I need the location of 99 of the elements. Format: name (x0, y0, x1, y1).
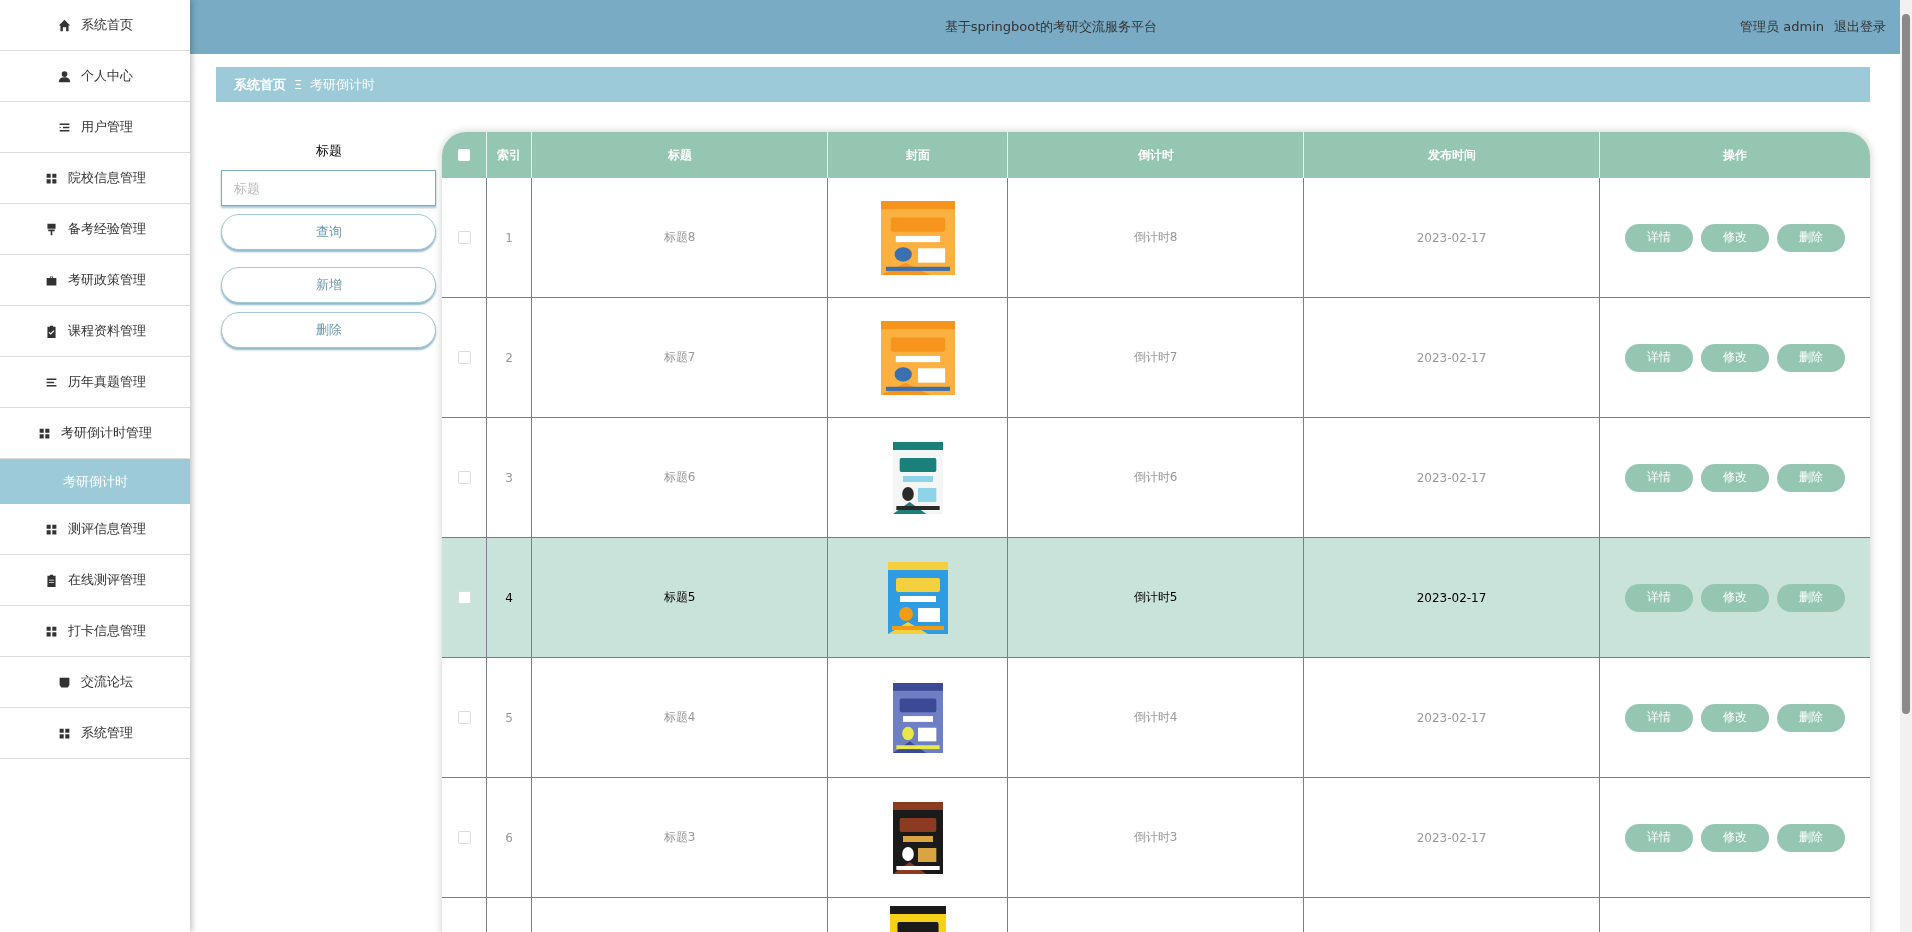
clipboard-check-icon (44, 324, 58, 338)
title-cell: 标题5 (663, 589, 696, 606)
countdown-cell: 倒计时3 (1133, 829, 1178, 846)
date-cell: 2023-02-17 (1416, 230, 1487, 245)
user-name: 管理员 admin (1740, 18, 1824, 36)
row-action-button[interactable]: 修改 (1701, 703, 1769, 732)
table-row[interactable]: 2 标题7 倒计时7 2023-02-17 详情 修改 删除 (442, 298, 1870, 418)
form-button[interactable]: 新增 (221, 267, 436, 303)
grid-icon (44, 171, 58, 185)
row-action-button[interactable]: 修改 (1701, 463, 1769, 492)
column-header: 标题 (532, 132, 828, 178)
column-header: 索引 (487, 132, 532, 178)
index-cell: 3 (505, 470, 513, 485)
title-cell: 标题6 (663, 469, 696, 486)
row-action-button[interactable]: 修改 (1701, 343, 1769, 372)
row-action-button[interactable]: 详情 (1625, 343, 1693, 372)
sidebar-item[interactable]: 系统管理 (0, 708, 190, 759)
sidebar-item[interactable]: 测评信息管理 (0, 504, 190, 555)
lines-icon (44, 375, 58, 389)
row-checkbox[interactable] (457, 471, 471, 484)
date-cell: 2023-02-17 (1416, 350, 1487, 365)
sidebar-item[interactable]: 用户管理 (0, 102, 190, 153)
title-cell: 标题3 (663, 829, 696, 846)
date-cell: 2023-02-17 (1416, 470, 1487, 485)
column-header: 封面 (828, 132, 1008, 178)
form-button[interactable]: 查询 (221, 214, 436, 250)
breadcrumb-link[interactable]: 系统首页 (234, 75, 286, 94)
countdown-cell: 倒计时7 (1133, 349, 1178, 366)
countdown-cell: 倒计时4 (1133, 709, 1178, 726)
index-cell: 4 (505, 590, 513, 605)
row-checkbox[interactable] (457, 831, 471, 844)
title-search-field[interactable]: 标题 (221, 170, 436, 206)
index-cell: 2 (505, 350, 513, 365)
form-button[interactable]: 删除 (221, 312, 436, 348)
countdown-cell: 倒计时8 (1133, 229, 1178, 246)
column-header: 操作 (1722, 146, 1748, 164)
breadcrumb-separator: Ξ (294, 77, 303, 92)
row-checkbox[interactable] (457, 591, 471, 604)
row-action-button[interactable]: 详情 (1625, 583, 1693, 612)
site-title: 基于springboot的考研交流服务平台 (944, 18, 1158, 36)
index-cell: 5 (505, 710, 513, 725)
sidebar-item[interactable]: 院校信息管理 (0, 153, 190, 204)
row-action-button[interactable]: 删除 (1777, 583, 1845, 612)
clipboard-icon (44, 573, 58, 587)
sidebar-item[interactable]: 个人中心 (0, 51, 190, 102)
grid-icon (44, 522, 58, 536)
table-row[interactable]: 4 标题5 倒计时5 2023-02-17 详情 修改 删除 (442, 538, 1870, 658)
row-action-button[interactable]: 删除 (1777, 823, 1845, 852)
row-action-button[interactable]: 删除 (1777, 463, 1845, 492)
grid-icon (38, 426, 51, 440)
row-checkbox[interactable] (457, 231, 471, 244)
date-cell: 2023-02-17 (1416, 830, 1487, 845)
title-cell: 标题7 (663, 349, 696, 366)
person-icon (57, 69, 71, 83)
row-action-button[interactable]: 详情 (1625, 703, 1693, 732)
table-row[interactable]: 6 标题3 倒计时3 2023-02-17 详情 修改 删除 (442, 778, 1870, 898)
row-action-button[interactable]: 修改 (1701, 823, 1769, 852)
sidebar-item[interactable]: 课程资料管理 (0, 306, 190, 357)
grid-icon (44, 624, 58, 638)
sidebar-item[interactable]: 在线测评管理 (0, 555, 190, 606)
date-cell: 2023-02-17 (1416, 590, 1487, 605)
index-cell: 6 (505, 830, 513, 845)
tray-icon (57, 675, 71, 689)
title-cell: 标题4 (663, 709, 696, 726)
grid-icon (57, 726, 71, 740)
row-action-button[interactable]: 删除 (1777, 343, 1845, 372)
countdown-cell: 倒计时6 (1133, 469, 1178, 486)
breadcrumb-link[interactable]: 考研倒计时 (310, 75, 376, 94)
index-cell: 1 (505, 230, 513, 245)
countdown-cell: 倒计时5 (1133, 589, 1178, 606)
title-cell: 标题8 (663, 229, 696, 246)
column-header: 倒计时 (1008, 132, 1304, 178)
sidebar-item[interactable]: 打卡信息管理 (0, 606, 190, 657)
sidebar-item[interactable]: 历年真题管理 (0, 357, 190, 408)
table-row[interactable]: 5 标题4 倒计时4 2023-02-17 详情 修改 删除 (442, 658, 1870, 778)
row-action-button[interactable]: 删除 (1777, 703, 1845, 732)
row-action-button[interactable]: 详情 (1625, 823, 1693, 852)
row-checkbox[interactable] (457, 351, 471, 364)
list-icon (57, 120, 71, 134)
field-label: 标题 (314, 142, 343, 160)
sidebar-subitem[interactable]: 考研倒计时 (0, 459, 190, 504)
column-header: 发布时间 (1304, 132, 1600, 178)
briefcase-icon (44, 273, 58, 287)
row-action-button[interactable]: 修改 (1701, 223, 1769, 252)
row-action-button[interactable]: 详情 (1625, 223, 1693, 252)
date-cell: 2023-02-17 (1416, 710, 1487, 725)
row-action-button[interactable]: 修改 (1701, 583, 1769, 612)
select-all-checkbox[interactable] (458, 149, 470, 161)
row-checkbox[interactable] (457, 711, 471, 724)
sidebar-item[interactable]: 备考经验管理 (0, 204, 190, 255)
home-icon (57, 18, 71, 32)
scrollbar[interactable] (1900, 0, 1912, 932)
logout-link[interactable]: 退出登录 (1834, 18, 1886, 36)
row-action-button[interactable]: 详情 (1625, 463, 1693, 492)
sidebar-item[interactable]: 考研政策管理 (0, 255, 190, 306)
row-action-button[interactable]: 删除 (1777, 223, 1845, 252)
brush-icon (44, 222, 58, 236)
sidebar-item[interactable]: 交流论坛 (0, 657, 190, 708)
table-row[interactable]: 1 标题8 倒计时8 2023-02-17 详情 修改 删除 (442, 178, 1870, 298)
